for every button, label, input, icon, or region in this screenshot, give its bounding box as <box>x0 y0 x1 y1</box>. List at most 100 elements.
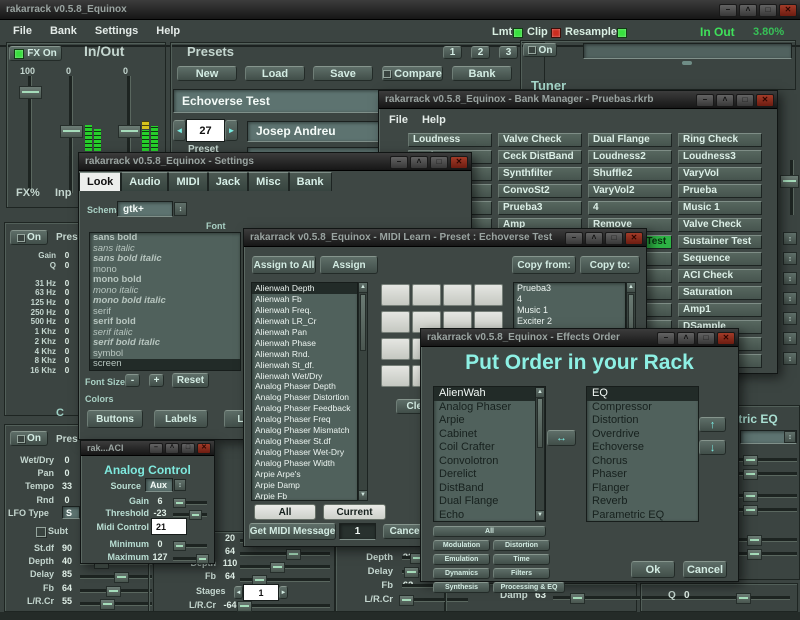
available-effect-item[interactable]: Convolotron <box>434 455 545 469</box>
category-processing-eq-button[interactable]: Processing & EQ <box>493 582 565 593</box>
quick-preset-2-button[interactable]: 2 <box>471 46 490 59</box>
font-size-minus-button[interactable]: - <box>125 374 140 387</box>
h-slider-thumb[interactable] <box>743 491 758 502</box>
spinner-icon[interactable]: ↕ <box>783 272 797 285</box>
bank-preset-cell[interactable]: Dual Flange <box>588 133 672 147</box>
font-size-reset-button[interactable]: Reset <box>172 373 209 388</box>
h-slider-track[interactable] <box>240 604 330 608</box>
midi-param-item[interactable]: Alienwah Fb <box>252 294 357 305</box>
h-slider-thumb[interactable] <box>399 595 414 606</box>
tuner-on-button[interactable]: On <box>523 43 557 57</box>
category-emulation-button[interactable]: Emulation <box>433 554 490 565</box>
available-effect-item[interactable]: Coil Crafter <box>434 441 545 455</box>
font-list-item[interactable]: serif bold <box>90 317 240 328</box>
minimize-icon[interactable]: – <box>696 94 714 107</box>
h-slider-thumb[interactable] <box>747 535 762 546</box>
menu-file[interactable]: File <box>13 25 32 37</box>
rack-effect-item[interactable]: EQ <box>587 387 698 401</box>
bank-menu-file[interactable]: File <box>389 114 408 126</box>
rack-effect-item[interactable]: Echoverse <box>587 441 698 455</box>
restore-icon[interactable]: ˄ <box>585 232 603 245</box>
maximize-icon[interactable]: □ <box>697 332 715 345</box>
menu-help[interactable]: Help <box>156 25 180 37</box>
midi-control-input[interactable]: 21 <box>152 519 186 534</box>
subtle-checkbox[interactable] <box>36 527 46 537</box>
tuner-on-checkbox[interactable] <box>528 46 536 54</box>
q-slider-thumb[interactable] <box>736 593 751 604</box>
midi-bank-item[interactable]: 4 <box>514 294 625 305</box>
stages-prev-button[interactable]: ◄ <box>234 586 243 599</box>
font-list-item[interactable]: mono bold <box>90 275 240 286</box>
h-slider-track[interactable] <box>240 552 330 556</box>
eq-band-row[interactable]: 1 Khz0 <box>6 327 78 337</box>
available-effect-item[interactable]: Echo <box>434 509 545 523</box>
h-slider-thumb[interactable] <box>743 469 758 480</box>
spinner-icon[interactable]: ↕ <box>174 202 187 216</box>
scroll-up-icon[interactable]: ▲ <box>536 388 544 398</box>
maximize-icon[interactable]: □ <box>736 94 754 107</box>
rack-effect-item[interactable]: Reverb <box>587 495 698 509</box>
category-all-button[interactable]: All <box>433 526 546 537</box>
scrollbar-thumb[interactable] <box>360 294 366 351</box>
maximize-icon[interactable]: □ <box>430 156 448 169</box>
font-list-item[interactable]: sans bold <box>90 233 240 244</box>
buttons-color-button[interactable]: Buttons <box>87 410 143 428</box>
scroll-down-icon[interactable]: ▼ <box>359 490 367 500</box>
in-slider-thumb[interactable] <box>60 125 83 138</box>
font-list-item[interactable]: mono bold italic <box>90 296 240 307</box>
spinner-icon[interactable]: ↕ <box>783 252 797 265</box>
rack-effect-item[interactable]: Parametric EQ <box>587 509 698 523</box>
scroll-up-icon[interactable]: ▲ <box>359 283 367 293</box>
rack-effect-item[interactable]: Flanger <box>587 482 698 496</box>
restore-icon[interactable]: ˄ <box>716 94 734 107</box>
chorus-row[interactable]: Delay85 <box>6 568 80 581</box>
schema-dropdown[interactable]: gtk+ <box>117 201 173 217</box>
rack-effect-item[interactable]: Compressor <box>587 401 698 415</box>
restore-icon[interactable]: ˄ <box>165 443 179 454</box>
menu-settings[interactable]: Settings <box>95 25 138 37</box>
midi-param-item[interactable]: Arpie Damp <box>252 480 357 491</box>
midi-param-item[interactable]: Analog Phaser Mismatch <box>252 425 357 436</box>
chorus-row[interactable]: Depth40 <box>6 554 80 567</box>
bank-menu-help[interactable]: Help <box>422 114 446 126</box>
midi-param-item[interactable]: Alienwah Phase <box>252 338 357 349</box>
tab-audio[interactable]: Audio <box>121 172 168 191</box>
scroll-down-icon[interactable]: ▼ <box>536 510 544 520</box>
category-time-button[interactable]: Time <box>493 554 550 565</box>
menu-bank[interactable]: Bank <box>50 25 77 37</box>
rack-effect-item[interactable]: Distortion <box>587 414 698 428</box>
eq-band-row[interactable]: 250 Hz0 <box>6 307 78 317</box>
restore-icon[interactable]: ˄ <box>677 332 695 345</box>
midi-pad[interactable] <box>443 284 472 306</box>
category-distortion-button[interactable]: Distortion <box>493 540 550 551</box>
chorus-on-checkbox[interactable] <box>17 435 25 443</box>
bank-preset-cell[interactable]: ACI Check <box>678 269 762 283</box>
spinner-icon[interactable]: ↕ <box>783 312 797 325</box>
rack-effect-item[interactable]: Chorus <box>587 455 698 469</box>
spinner-icon[interactable]: ↕ <box>784 431 796 443</box>
eq-band-row[interactable]: Q0 <box>6 261 78 271</box>
current-button[interactable]: Current <box>323 504 386 520</box>
scrollbar-thumb[interactable] <box>537 398 543 448</box>
midi-channel-field[interactable]: 1 <box>339 523 376 540</box>
phaser-row[interactable]: Fb64 <box>150 570 244 583</box>
h-slider-thumb[interactable] <box>237 601 252 612</box>
aci-titlebar[interactable]: rak...ACI – ˄ □ ✕ <box>81 441 214 456</box>
font-size-plus-button[interactable]: + <box>149 374 164 387</box>
close-icon[interactable]: ✕ <box>450 156 468 169</box>
spinner-icon[interactable]: ↕ <box>783 232 797 245</box>
bank-preset-cell[interactable]: Saturation <box>678 286 762 300</box>
eq-band-row[interactable]: 125 Hz0 <box>6 298 78 308</box>
bank-preset-cell[interactable]: Valve Check <box>678 218 762 232</box>
category-synthesis-button[interactable]: Synthesis <box>433 582 490 593</box>
all-button[interactable]: All <box>254 504 316 520</box>
midi-param-item[interactable]: Alienwah Depth <box>252 283 357 294</box>
swap-button[interactable]: ↔ <box>547 430 576 446</box>
available-effect-item[interactable]: DistBand <box>434 482 545 496</box>
font-list-item[interactable]: screen <box>90 359 240 370</box>
bank-preset-cell[interactable]: Sequence <box>678 252 762 266</box>
midi-pad[interactable] <box>474 284 503 306</box>
midi-param-item[interactable]: Analog Phaser St.df <box>252 436 357 447</box>
preset-number-input[interactable]: 27 <box>187 120 224 141</box>
midi-param-item[interactable]: Alienwah LR_Cr <box>252 316 357 327</box>
